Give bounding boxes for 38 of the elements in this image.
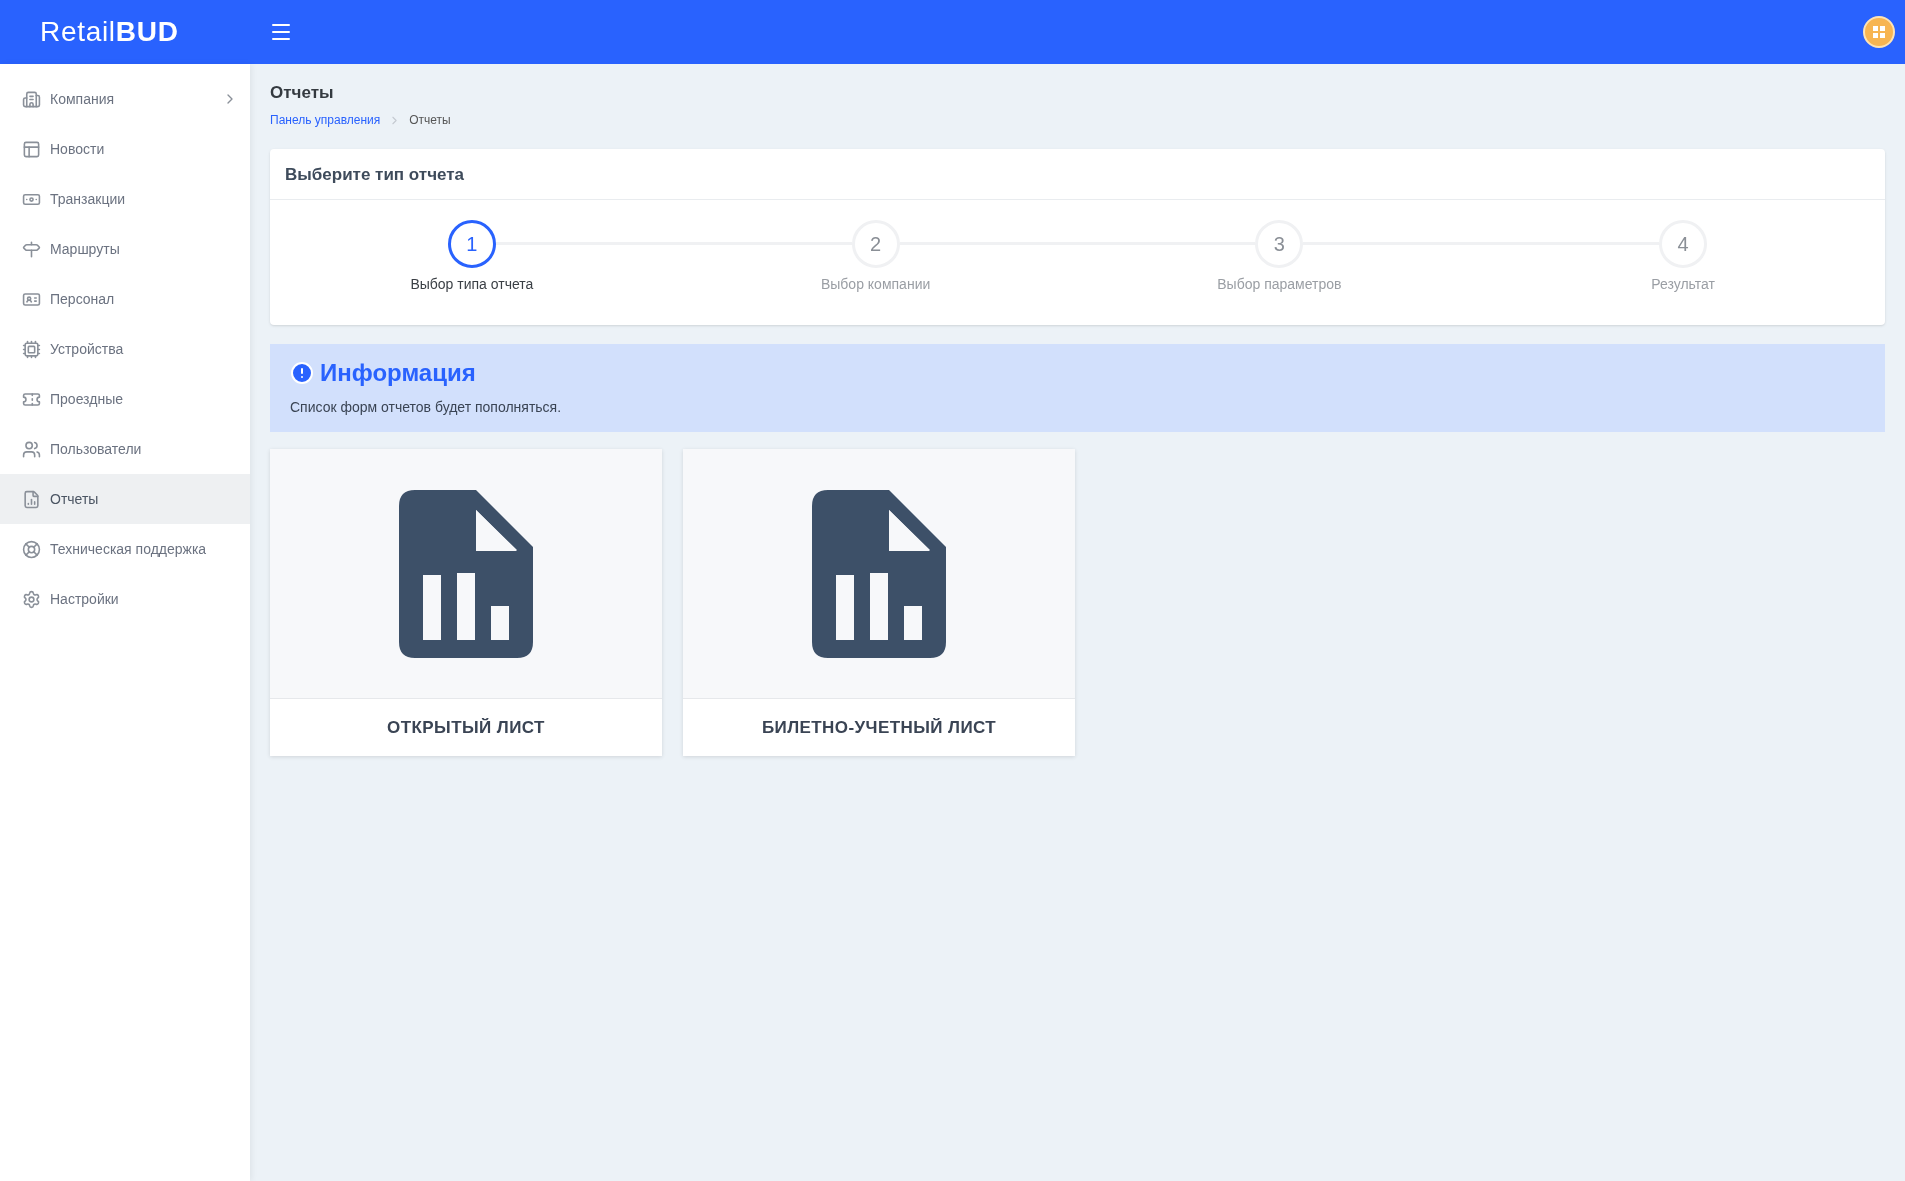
report-type-card[interactable]: БИЛЕТНО-УЧЕТНЫЙ ЛИСТ [683, 449, 1075, 757]
chip-icon [22, 339, 41, 359]
report-icon [22, 489, 41, 509]
settings-icon [22, 589, 41, 609]
chart-document-icon [399, 489, 533, 658]
breadcrumb-link[interactable]: Панель управления [270, 111, 381, 130]
alert-icon [290, 361, 314, 386]
chart-document-icon [812, 489, 946, 658]
alert-title: Информация [320, 358, 476, 389]
sidebar-item[interactable]: Техническая поддержка [0, 524, 250, 574]
sidebar-item[interactable]: Проездные [0, 374, 250, 424]
building-icon [22, 89, 41, 109]
users-icon [22, 439, 41, 459]
step-label: Выбор типа отчета [410, 275, 534, 295]
layout-icon [22, 139, 41, 159]
lifebuoy-icon [22, 539, 41, 559]
signpost-icon [22, 239, 41, 259]
sidebar-item[interactable]: Персонал [0, 274, 250, 324]
alert-text: Список форм отчетов будет пополняться. [290, 398, 563, 418]
sidebar-item[interactable]: Пользователи [0, 424, 250, 474]
breadcrumb-current: Отчеты [409, 112, 451, 130]
sidebar-item[interactable]: Отчеты [0, 474, 250, 524]
report-type-card[interactable]: ОТКРЫТЫЙ ЛИСТ [270, 449, 662, 757]
sidebar-item[interactable]: Компания [0, 74, 250, 124]
step-label: Результат [1651, 275, 1715, 295]
sidebar-item[interactable]: Транзакции [0, 174, 250, 224]
sidebar-item[interactable]: Устройства [0, 324, 250, 374]
report-type-label: БИЛЕТНО-УЧЕТНЫЙ ЛИСТ [761, 717, 997, 739]
step-label: Выбор компании [820, 275, 931, 295]
sidebar-item[interactable]: Новости [0, 124, 250, 174]
page-title: Отчеты [270, 82, 335, 104]
step-label: Выбор параметров [1217, 275, 1342, 295]
logo[interactable]: RetailBUD [40, 16, 179, 47]
sidebar-item[interactable]: Маршруты [0, 224, 250, 274]
card-title: Выберите тип отчета [285, 163, 465, 186]
sidebar-item[interactable]: Настройки [0, 574, 250, 624]
report-type-label: ОТКРЫТЫЙ ЛИСТ [387, 717, 545, 739]
avatar-icon[interactable] [1863, 16, 1895, 48]
